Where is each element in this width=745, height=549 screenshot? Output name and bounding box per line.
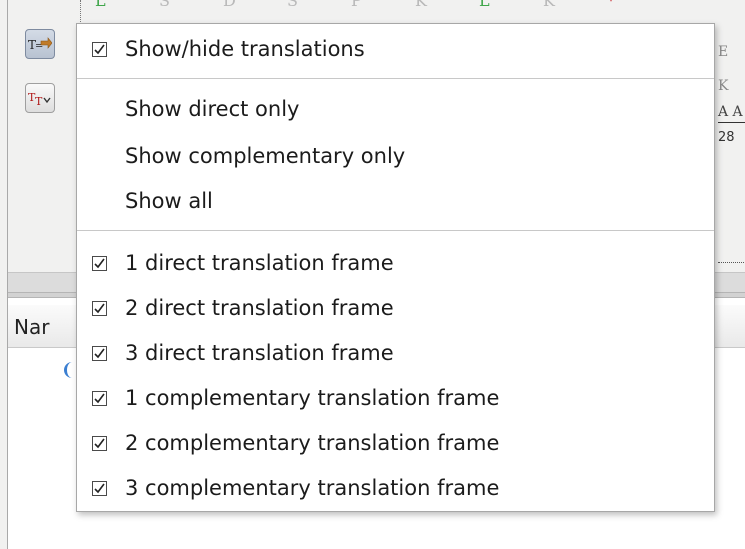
menu-item-label: Show direct only xyxy=(125,97,300,121)
column-header-name[interactable]: Nar xyxy=(14,315,49,339)
menu-item-frame-1-direct[interactable]: 1 direct translation frame xyxy=(77,243,714,283)
checkbox-icon xyxy=(92,255,107,271)
menu-item-label: 1 complementary translation frame xyxy=(125,386,500,410)
checkbox-icon xyxy=(92,435,107,451)
amino-acid: D xyxy=(223,0,236,10)
amino-acid: S xyxy=(287,0,298,10)
sequence-glyph: A A xyxy=(718,104,743,120)
dotted-separator xyxy=(718,262,745,263)
menu-item-label: 3 direct translation frame xyxy=(125,341,394,365)
menu-item-label: Show all xyxy=(125,189,213,213)
menu-item-label: Show complementary only xyxy=(125,144,406,168)
menu-item-show-hide-translations[interactable]: Show/hide translations xyxy=(77,29,714,69)
amino-acid: L xyxy=(95,0,106,10)
menu-separator xyxy=(77,230,714,231)
amino-acid: S xyxy=(159,0,170,10)
menu-item-label: 2 complementary translation frame xyxy=(125,431,500,455)
menu-item-label: 3 complementary translation frame xyxy=(125,476,500,500)
amino-acid: L xyxy=(479,0,490,10)
sequence-editor-window: L S D S P K L K * T = T T E K A A 28 Nar xyxy=(0,0,745,549)
menu-item-label: 2 direct translation frame xyxy=(125,296,394,320)
show-translations-button[interactable]: T = xyxy=(25,29,55,59)
menu-item-frame-2-complementary[interactable]: 2 complementary translation frame xyxy=(77,423,714,463)
checkbox-icon xyxy=(92,41,107,57)
checkbox-icon xyxy=(92,345,107,361)
amino-acid: K xyxy=(415,0,427,10)
menu-item-label: 1 direct translation frame xyxy=(125,251,394,275)
menu-item-frame-3-complementary[interactable]: 3 complementary translation frame xyxy=(77,468,714,508)
ruler-tick xyxy=(718,122,745,123)
svg-text:T: T xyxy=(35,95,43,107)
menu-item-show-direct-only[interactable]: Show direct only xyxy=(77,89,714,129)
menu-item-frame-3-direct[interactable]: 3 direct translation frame xyxy=(77,333,714,373)
translations-menu: Show/hide translations Show direct only … xyxy=(76,23,715,512)
menu-item-frame-1-complementary[interactable]: 1 complementary translation frame xyxy=(77,378,714,418)
ruler-number: 28 xyxy=(718,130,735,145)
translation-settings-button[interactable]: T T xyxy=(25,83,55,113)
stop-codon-marker: * xyxy=(607,0,615,10)
checkbox-icon xyxy=(92,300,107,316)
checkbox-icon xyxy=(92,480,107,496)
amino-acid: K xyxy=(543,0,555,10)
menu-item-frame-2-direct[interactable]: 2 direct translation frame xyxy=(77,288,714,328)
translation-toggle-icon: T = xyxy=(28,37,52,52)
sequence-glyph: E xyxy=(718,44,729,60)
menu-item-show-all[interactable]: Show all xyxy=(77,181,714,221)
menu-item-show-complementary-only[interactable]: Show complementary only xyxy=(77,136,714,176)
checkbox-icon xyxy=(92,390,107,406)
menu-item-label: Show/hide translations xyxy=(125,37,365,61)
menu-separator xyxy=(77,78,714,79)
amino-acid-row: L S D S P K L K * xyxy=(95,0,671,17)
sequence-glyph: K xyxy=(718,78,729,94)
amino-acid: P xyxy=(351,0,362,10)
translation-settings-icon: T T xyxy=(28,91,51,107)
